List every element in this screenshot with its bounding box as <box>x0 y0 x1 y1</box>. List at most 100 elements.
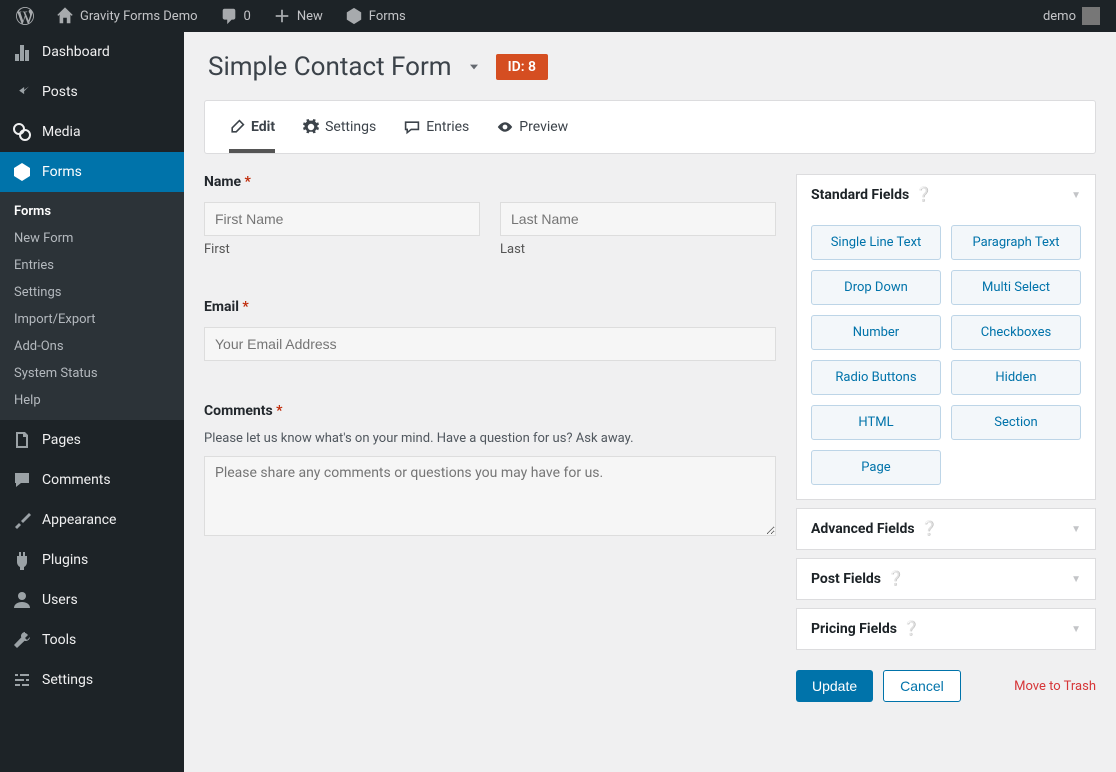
page-title: Simple Contact Form <box>208 52 452 82</box>
site-name: Gravity Forms Demo <box>80 9 198 24</box>
form-id-badge: ID: 8 <box>496 54 548 80</box>
pages-icon <box>12 430 32 450</box>
wp-logo[interactable] <box>8 0 42 32</box>
form-tabs: Edit Settings Entries Preview <box>204 100 1096 154</box>
panel-pricing-fields: Pricing Fields ❔ ▼ <box>796 608 1096 650</box>
submenu-addons[interactable]: Add-Ons <box>0 333 184 360</box>
submenu-entries[interactable]: Entries <box>0 252 184 279</box>
forms-menu[interactable]: Forms <box>337 0 414 32</box>
cancel-button[interactable]: Cancel <box>883 670 961 702</box>
comments-icon <box>12 470 32 490</box>
required-indicator: * <box>276 403 282 419</box>
first-sublabel: First <box>204 242 480 257</box>
pin-icon <box>12 82 32 102</box>
panel-head-standard[interactable]: Standard Fields ❔ ▼ <box>797 175 1095 215</box>
comments-description: Please let us know what's on your mind. … <box>204 431 776 446</box>
panel-advanced-fields: Advanced Fields ❔ ▼ <box>796 508 1096 550</box>
help-icon[interactable]: ❔ <box>921 521 938 537</box>
sidebar-item-media[interactable]: Media <box>0 112 184 152</box>
user-label: demo <box>1043 9 1076 24</box>
tab-settings[interactable]: Settings <box>303 101 376 153</box>
chat-icon <box>404 119 420 135</box>
field-comments[interactable]: Comments * Please let us know what's on … <box>204 403 776 540</box>
first-name-input[interactable] <box>204 202 480 236</box>
gear-icon <box>303 119 319 135</box>
sidebar-item-dashboard[interactable]: Dashboard <box>0 32 184 72</box>
fieldbtn-single-line[interactable]: Single Line Text <box>811 225 941 260</box>
tab-preview[interactable]: Preview <box>497 101 568 153</box>
fieldbtn-html[interactable]: HTML <box>811 405 941 440</box>
page-header: Simple Contact Form ID: 8 <box>204 40 1096 100</box>
sidebar-item-users[interactable]: Users <box>0 580 184 620</box>
form-actions: Update Cancel Move to Trash <box>796 670 1096 702</box>
help-icon[interactable]: ❔ <box>903 621 920 637</box>
submenu-import-export[interactable]: Import/Export <box>0 306 184 333</box>
fieldbtn-paragraph[interactable]: Paragraph Text <box>951 225 1081 260</box>
comments-link[interactable]: 0 <box>212 0 259 32</box>
fieldbtn-multiselect[interactable]: Multi Select <box>951 270 1081 305</box>
comments-textarea[interactable] <box>204 456 776 536</box>
submenu-help[interactable]: Help <box>0 387 184 414</box>
wrench-icon <box>12 630 32 650</box>
edit-icon <box>229 119 245 135</box>
email-input[interactable] <box>204 327 776 361</box>
fieldbtn-page[interactable]: Page <box>811 450 941 485</box>
sidebar-item-plugins[interactable]: Plugins <box>0 540 184 580</box>
sidebar-item-appearance[interactable]: Appearance <box>0 500 184 540</box>
sidebar-item-forms[interactable]: Forms <box>0 152 184 192</box>
sidebar-item-tools[interactable]: Tools <box>0 620 184 660</box>
new-label: New <box>297 9 323 24</box>
fieldbtn-dropdown[interactable]: Drop Down <box>811 270 941 305</box>
media-icon <box>12 122 32 142</box>
help-icon[interactable]: ❔ <box>887 571 904 587</box>
chevron-down-icon[interactable] <box>466 59 482 75</box>
required-indicator: * <box>242 299 248 315</box>
submenu-new-form[interactable]: New Form <box>0 225 184 252</box>
panel-head-post[interactable]: Post Fields ❔ ▼ <box>797 559 1095 599</box>
fieldbtn-hidden[interactable]: Hidden <box>951 360 1081 395</box>
update-button[interactable]: Update <box>796 670 873 702</box>
sidebar-item-posts[interactable]: Posts <box>0 72 184 112</box>
help-icon[interactable]: ❔ <box>915 187 932 203</box>
move-to-trash-link[interactable]: Move to Trash <box>1014 679 1096 694</box>
toggle-icon: ▼ <box>1071 190 1081 201</box>
panel-head-advanced[interactable]: Advanced Fields ❔ ▼ <box>797 509 1095 549</box>
users-icon <box>12 590 32 610</box>
user-account[interactable]: demo <box>1035 0 1108 32</box>
fieldbtn-section[interactable]: Section <box>951 405 1081 440</box>
field-email[interactable]: Email * <box>204 299 776 361</box>
panel-standard-fields: Standard Fields ❔ ▼ Single Line Text Par… <box>796 174 1096 500</box>
form-editor: Name * First Last Email * <box>204 174 776 702</box>
fieldbtn-checkboxes[interactable]: Checkboxes <box>951 315 1081 350</box>
submenu-settings[interactable]: Settings <box>0 279 184 306</box>
toggle-icon: ▼ <box>1071 574 1081 585</box>
sidebar-item-comments[interactable]: Comments <box>0 460 184 500</box>
main-content: Simple Contact Form ID: 8 Edit Settings … <box>184 32 1116 772</box>
toggle-icon: ▼ <box>1071 624 1081 635</box>
last-sublabel: Last <box>500 242 776 257</box>
sliders-icon <box>12 670 32 690</box>
field-name[interactable]: Name * First Last <box>204 174 776 257</box>
admin-bar: Gravity Forms Demo 0 New Forms demo <box>0 0 1116 32</box>
comments-count: 0 <box>244 9 251 24</box>
last-name-input[interactable] <box>500 202 776 236</box>
submenu-forms[interactable]: Forms <box>0 198 184 225</box>
avatar <box>1082 7 1100 25</box>
submenu-system-status[interactable]: System Status <box>0 360 184 387</box>
sidebar-item-settings[interactable]: Settings <box>0 660 184 700</box>
tab-edit[interactable]: Edit <box>229 101 275 153</box>
panel-post-fields: Post Fields ❔ ▼ <box>796 558 1096 600</box>
field-palette: Standard Fields ❔ ▼ Single Line Text Par… <box>796 174 1096 702</box>
admin-sidebar: Dashboard Posts Media Forms Forms New Fo… <box>0 32 184 772</box>
forms-icon <box>12 162 32 182</box>
new-content[interactable]: New <box>265 0 331 32</box>
brush-icon <box>12 510 32 530</box>
dashboard-icon <box>12 42 32 62</box>
panel-head-pricing[interactable]: Pricing Fields ❔ ▼ <box>797 609 1095 649</box>
required-indicator: * <box>245 174 251 190</box>
fieldbtn-number[interactable]: Number <box>811 315 941 350</box>
sidebar-item-pages[interactable]: Pages <box>0 420 184 460</box>
tab-entries[interactable]: Entries <box>404 101 469 153</box>
fieldbtn-radio[interactable]: Radio Buttons <box>811 360 941 395</box>
site-home[interactable]: Gravity Forms Demo <box>48 0 206 32</box>
